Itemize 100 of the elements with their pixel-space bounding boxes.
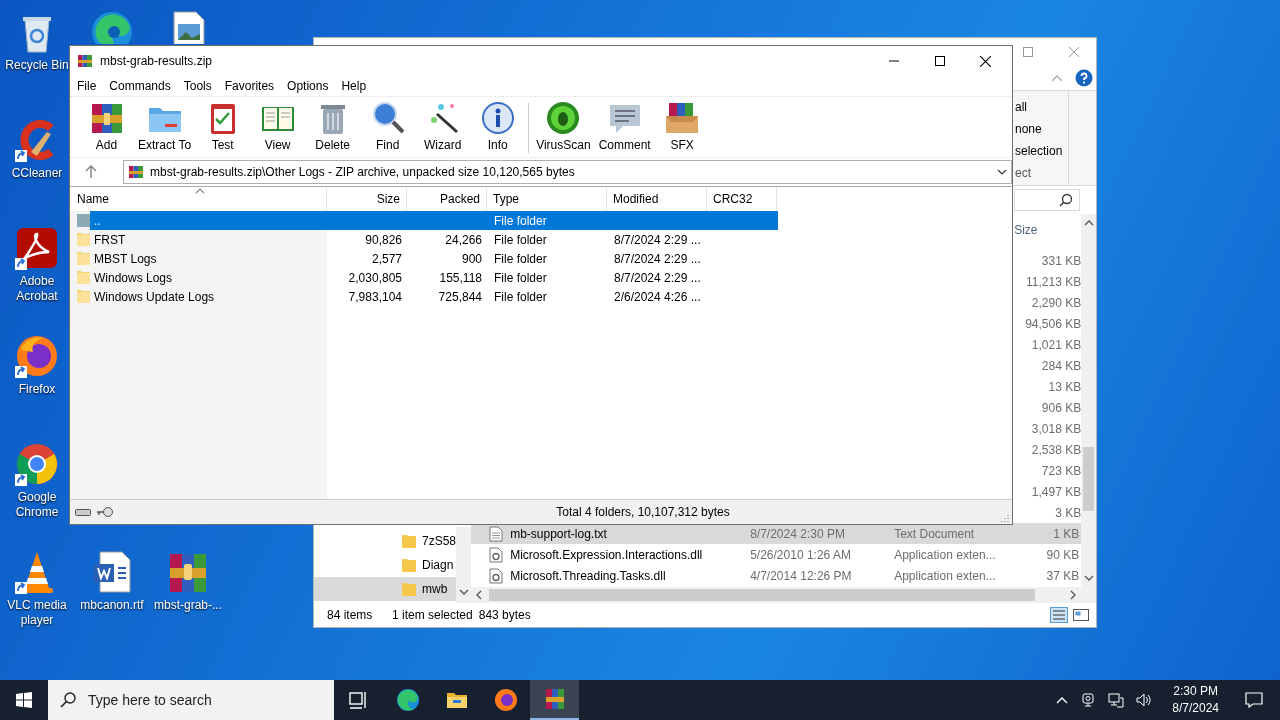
file-row[interactable]: 723 KB: [1012, 460, 1082, 481]
toolbar-button[interactable]: Add: [79, 97, 134, 153]
toolbar-button[interactable]: Comment: [594, 97, 655, 153]
parent-folder-icon: [77, 213, 90, 228]
path-field[interactable]: mbst-grab-results.zip\Other Logs - ZIP archive, unpacked size 10,120,565 bytes: [123, 160, 1012, 184]
file-date: 4/7/2014 12:26 PM: [750, 568, 853, 583]
archive-icon: [77, 53, 93, 69]
desktop-icon-label[interactable]: Recycle Bin: [5, 58, 69, 73]
search-field[interactable]: Type here to search: [48, 680, 334, 720]
tiles-view-icon[interactable]: [1072, 607, 1090, 623]
desktop-icon-label[interactable]: VLC media player: [1, 598, 73, 628]
menu-item[interactable]: Favorites: [224, 79, 281, 93]
file-size: 7,983,104: [347, 289, 403, 304]
packed-size: 725,844: [437, 289, 483, 304]
window-title: mbst-grab-results.zip: [100, 54, 213, 68]
ribbon-group-label: ect: [1015, 165, 1032, 182]
file-name: Microsoft.Expression.Interactions.dll: [510, 547, 704, 562]
vertical-scrollbar[interactable]: [1081, 214, 1096, 603]
menu-item[interactable]: Help: [341, 79, 373, 93]
taskbar-button[interactable]: [530, 680, 579, 720]
search-field[interactable]: [1014, 189, 1080, 211]
nav-folder-item[interactable]: mwb: [314, 577, 457, 601]
toolbar-button[interactable]: Test: [195, 97, 251, 153]
ribbon-command[interactable]: selection: [1015, 140, 1068, 162]
file-name: FRST: [93, 232, 127, 247]
desktop-icon-label[interactable]: mbst-grab-...: [154, 598, 222, 613]
file-row[interactable]: 2,290 KB: [1012, 292, 1082, 313]
sort-caret-icon: [195, 188, 205, 194]
help-icon[interactable]: [1075, 68, 1093, 87]
resize-grip-icon[interactable]: [999, 512, 1009, 522]
desktop-icon-label[interactable]: Firefox: [18, 382, 56, 397]
file-row[interactable]: 13 KB: [1012, 376, 1082, 397]
toolbar-button[interactable]: Wizard: [415, 97, 471, 153]
status-text: 843 bytes: [478, 608, 531, 622]
ribbon-command[interactable]: none: [1015, 118, 1068, 140]
file-type: File folder: [493, 232, 548, 247]
file-type: Application exten...: [894, 568, 997, 583]
file-row[interactable]: mb-support-log.txt 8/7/2024 2:30 PM Text Document 1 KB: [471, 523, 1082, 544]
camera-icon[interactable]: [1080, 692, 1097, 708]
nav-folder-item[interactable]: Diagn: [314, 553, 457, 577]
menu-item[interactable]: Options: [287, 79, 335, 93]
file-name: MBST Logs: [93, 251, 158, 266]
file-row[interactable]: Microsoft.Threading.Tasks.dll 4/7/2014 12:26 PM Application exten... 37 KB: [471, 565, 1082, 586]
file-row[interactable]: 331 KB: [1012, 250, 1082, 271]
key-icon[interactable]: [96, 506, 114, 518]
file-row[interactable]: MBST Logs 2,577 900 File folder 8/7/2024 2:29 ...: [90, 249, 778, 268]
network-icon[interactable]: [1108, 692, 1125, 708]
file-row[interactable]: 906 KB: [1012, 397, 1082, 418]
file-row[interactable]: 11,213 KB: [1012, 271, 1082, 292]
file-row[interactable]: 1,497 KB: [1012, 481, 1082, 502]
notification-icon[interactable]: [1245, 692, 1263, 708]
file-row[interactable]: 1,021 KB: [1012, 334, 1082, 355]
desktop-icon-label[interactable]: Adobe Acrobat: [1, 274, 73, 304]
close-icon: [980, 55, 991, 67]
folder-icon: [402, 533, 416, 549]
file-size: 90 KB: [1045, 547, 1080, 562]
chevron-icon[interactable]: [1056, 696, 1069, 704]
file-size: 2,538 KB: [1030, 442, 1082, 457]
volume-icon[interactable]: [1136, 692, 1153, 708]
menu-item[interactable]: File: [77, 79, 103, 93]
file-row[interactable]: FRST 90,826 24,266 File folder 8/7/2024 2:29 ...: [90, 230, 778, 249]
toolbar-button[interactable]: Find: [360, 97, 416, 153]
nav-folder-item[interactable]: 7zS58: [314, 529, 457, 553]
clock-time[interactable]: 2:30 PM: [1173, 683, 1218, 700]
file-date: 8/7/2024 2:29 ...: [613, 251, 702, 266]
file-row[interactable]: 2,538 KB: [1012, 439, 1082, 460]
search-icon: [60, 692, 76, 708]
column-header[interactable]: Size: [1014, 223, 1080, 237]
toolbar-button[interactable]: View: [250, 97, 306, 153]
archive-icon: [128, 164, 144, 180]
desktop-icon-label[interactable]: Google Chrome: [1, 490, 73, 520]
clock-date[interactable]: 8/7/2024: [1172, 700, 1219, 717]
drive-icon[interactable]: [75, 507, 91, 517]
file-row[interactable]: Microsoft.Expression.Interactions.dll 5/26/2010 1:26 AM Application exten... 90 KB: [471, 544, 1082, 565]
toolbar-button[interactable]: Info: [470, 97, 526, 153]
file-row[interactable]: Windows Logs 2,030,805 155,118 File folder 8/7/2024 2:29 ...: [90, 268, 778, 287]
status-text: 1 item selected: [392, 608, 473, 622]
toolbar-button[interactable]: Extract To: [134, 97, 196, 153]
menu-item[interactable]: Commands: [109, 79, 177, 93]
dropdown-caret-icon[interactable]: [997, 169, 1007, 175]
scrollbar-thumb[interactable]: [1083, 447, 1094, 511]
vertical-scrollbar[interactable]: [456, 527, 472, 603]
toolbar-button[interactable]: VirusScan: [532, 97, 595, 153]
desktop-icon-label[interactable]: CCleaner: [11, 166, 63, 181]
file-row[interactable]: Windows Update Logs 7,983,104 725,844 File folder 2/6/2024 4:26 ...: [90, 287, 778, 306]
file-name: Windows Update Logs: [93, 289, 216, 304]
up-arrow-icon[interactable]: [85, 165, 97, 179]
ribbon-command[interactable]: all: [1015, 96, 1068, 118]
desktop-icon-label[interactable]: mbcanon.rtf: [80, 598, 144, 613]
file-size: 3 KB: [1054, 505, 1082, 520]
toolbar-button[interactable]: SFX: [654, 97, 710, 153]
bug-icon: [545, 100, 582, 136]
file-row[interactable]: 284 KB: [1012, 355, 1082, 376]
file-row[interactable]: 3 KB: [1012, 502, 1082, 523]
file-row[interactable]: .. File folder: [90, 211, 778, 230]
file-row[interactable]: 94,506 KB: [1012, 313, 1082, 334]
menu-item[interactable]: Tools: [183, 79, 218, 93]
toolbar-button[interactable]: Delete: [305, 97, 361, 153]
file-row[interactable]: 3,018 KB: [1012, 418, 1082, 439]
file-size: 723 KB: [1040, 463, 1082, 478]
